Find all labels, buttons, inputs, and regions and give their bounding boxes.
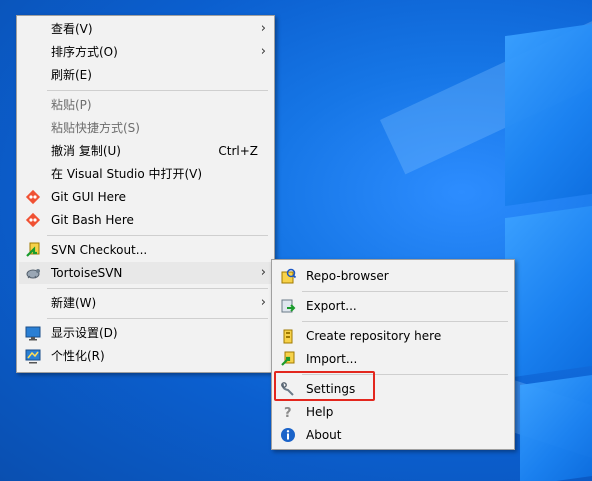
about-icon — [280, 427, 296, 443]
menu-separator — [47, 318, 268, 319]
submenu-item-create-repository[interactable]: Create repository here — [274, 325, 512, 347]
chevron-right-icon: › — [260, 21, 266, 36]
menu-separator — [47, 288, 268, 289]
windows-logo-pane — [505, 23, 592, 207]
menu-item-label: 在 Visual Studio 中打开(V) — [51, 167, 203, 181]
menu-item-label: Repo-browser — [306, 269, 389, 283]
menu-item-label: Create repository here — [306, 329, 442, 343]
submenu-item-repo-browser[interactable]: Repo-browser — [274, 265, 512, 287]
menu-item-open-in-visual-studio[interactable]: 在 Visual Studio 中打开(V) — [19, 163, 272, 185]
menu-item-sort-by[interactable]: 排序方式(O) › — [19, 41, 272, 63]
menu-item-personalize[interactable]: 个性化(R) — [19, 345, 272, 367]
menu-item-refresh[interactable]: 刷新(E) — [19, 64, 272, 86]
menu-item-label: 刷新(E) — [51, 68, 92, 82]
menu-separator — [47, 90, 268, 91]
menu-separator — [47, 235, 268, 236]
menu-item-label: 排序方式(O) — [51, 45, 118, 59]
menu-separator — [302, 321, 508, 322]
help-icon: ? — [280, 404, 296, 421]
submenu-item-export[interactable]: Export... — [274, 295, 512, 317]
personalize-icon — [25, 348, 41, 364]
tortoisesvn-icon — [25, 265, 41, 281]
menu-item-new[interactable]: 新建(W) › — [19, 292, 272, 314]
submenu-item-help[interactable]: ? Help — [274, 401, 512, 423]
menu-item-label: Git GUI Here — [51, 190, 127, 204]
settings-highlight-box — [274, 371, 375, 401]
windows-logo-pane — [520, 374, 592, 481]
menu-item-paste[interactable]: 粘贴(P) — [19, 94, 272, 116]
chevron-right-icon: › — [260, 44, 266, 59]
export-icon — [280, 298, 296, 314]
repo-browser-icon — [280, 268, 297, 284]
menu-item-label: Help — [306, 405, 334, 419]
menu-item-display-settings[interactable]: 显示设置(D) — [19, 322, 272, 344]
tortoisesvn-submenu: Repo-browser Export... Create repository… — [271, 259, 515, 450]
menu-item-label: Git Bash Here — [51, 213, 134, 227]
submenu-item-about[interactable]: About — [274, 424, 512, 446]
menu-item-label: 个性化(R) — [51, 349, 105, 363]
menu-item-label: 撤消 复制(U) — [51, 144, 121, 158]
menu-item-git-gui-here[interactable]: Git GUI Here — [19, 186, 272, 208]
menu-item-label: Import... — [306, 352, 358, 366]
svg-text:?: ? — [284, 406, 292, 420]
menu-item-label: 新建(W) — [51, 296, 97, 310]
menu-item-svn-checkout[interactable]: SVN Checkout... — [19, 239, 272, 261]
menu-separator — [302, 291, 508, 292]
menu-item-label: 显示设置(D) — [51, 326, 118, 340]
svn-checkout-icon — [25, 242, 41, 258]
menu-item-tortoisesvn[interactable]: TortoiseSVN › — [19, 262, 272, 284]
menu-item-shortcut: Ctrl+Z — [218, 144, 258, 158]
menu-item-label: 粘贴快捷方式(S) — [51, 121, 140, 135]
menu-item-label: SVN Checkout... — [51, 243, 148, 257]
windows-logo-pane — [505, 205, 592, 379]
menu-item-view[interactable]: 查看(V) › — [19, 18, 272, 40]
menu-item-git-bash-here[interactable]: Git Bash Here — [19, 209, 272, 231]
menu-item-label: Export... — [306, 299, 357, 313]
chevron-right-icon: › — [260, 295, 266, 310]
import-icon — [280, 351, 296, 367]
menu-item-label: 查看(V) — [51, 22, 93, 36]
menu-item-label: TortoiseSVN — [51, 266, 123, 280]
git-icon — [25, 212, 41, 228]
menu-item-label: About — [306, 428, 342, 442]
display-icon — [25, 325, 41, 341]
git-icon — [25, 189, 41, 205]
submenu-item-import[interactable]: Import... — [274, 348, 512, 370]
create-repo-icon — [280, 328, 296, 344]
menu-item-label: 粘贴(P) — [51, 98, 92, 112]
menu-item-undo-copy[interactable]: 撤消 复制(U) Ctrl+Z — [19, 140, 272, 162]
chevron-right-icon: › — [260, 265, 266, 280]
menu-item-paste-shortcut[interactable]: 粘贴快捷方式(S) — [19, 117, 272, 139]
desktop-context-menu: 查看(V) › 排序方式(O) › 刷新(E) 粘贴(P) 粘贴快捷方式(S) … — [16, 15, 275, 373]
